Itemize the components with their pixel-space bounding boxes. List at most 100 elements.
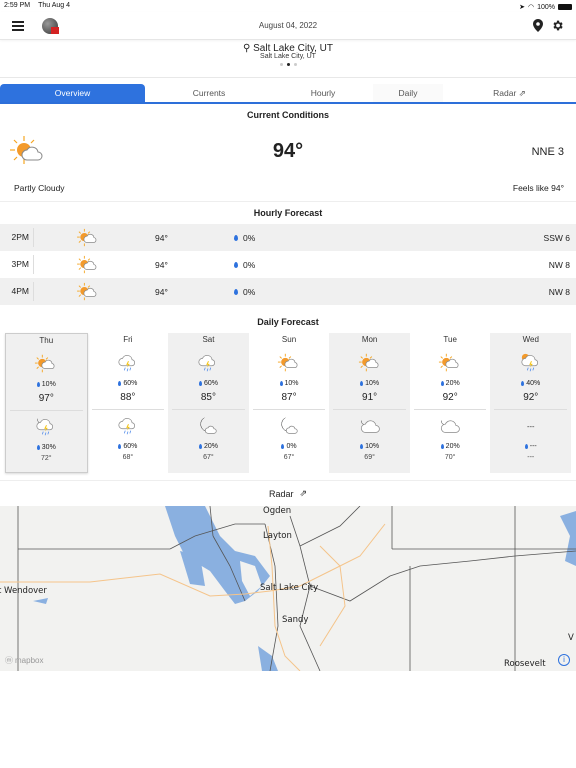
divider: [172, 409, 245, 410]
daily-column-tue[interactable]: Tue 20% 92° 20% 70°: [410, 333, 491, 473]
raindrop-icon: [36, 381, 40, 387]
hour-wind: NW 8: [548, 286, 570, 297]
daily-column-thu[interactable]: Thu 10% 97° 30% 72°: [5, 333, 88, 473]
raindrop-icon: [118, 443, 122, 449]
tab-radar-label: Radar: [493, 88, 517, 98]
mapbox-text: mapbox: [15, 656, 44, 665]
divider: [333, 409, 406, 410]
tab-hourly[interactable]: Hourly: [273, 84, 373, 102]
menu-icon[interactable]: [12, 20, 24, 31]
raindrop-icon: [521, 380, 525, 386]
daily-column-mon[interactable]: Mon 10% 91° 10% 69°: [329, 333, 410, 473]
day-low: 70°: [444, 454, 456, 461]
raindrop-icon: [198, 380, 202, 386]
page-indicator[interactable]: [0, 63, 576, 66]
daily-column-wed[interactable]: Wed 40% 92° --- --- ---: [490, 333, 572, 473]
daily-column-fri[interactable]: Fri 60% 88° 60% 68°: [88, 333, 169, 473]
hourly-row[interactable]: 2PM 94° 0% SSW 6: [0, 224, 576, 251]
daily-column-sun[interactable]: Sun 10% 87° 0% 67°: [249, 333, 330, 473]
daily-column-sat[interactable]: Sat 60% 85° 20% 67°: [168, 333, 249, 473]
day-low: 67°: [203, 454, 214, 461]
hour-wind: SSW 6: [543, 232, 570, 243]
day-precip: 10%: [41, 380, 56, 388]
tab-currents[interactable]: Currents: [145, 84, 273, 102]
thunderstorm-day-icon: [490, 349, 571, 377]
battery-icon: [558, 4, 572, 10]
raindrop-icon: [234, 261, 238, 268]
hourly-row[interactable]: 4PM 94° 0% NW 8: [0, 278, 576, 305]
day-low: 67°: [283, 454, 295, 461]
day-precip: 60%: [123, 379, 138, 387]
night-precip: 20%: [203, 442, 218, 450]
raindrop-icon: [524, 443, 528, 449]
day-name: Wed: [522, 335, 539, 344]
hour-time: 3PM: [0, 255, 34, 274]
no-data: ---: [527, 421, 535, 431]
hour-temp: 94°: [155, 232, 168, 243]
raindrop-icon: [198, 443, 202, 449]
location-pin-icon[interactable]: [533, 19, 543, 32]
share-icon: ⇗: [299, 488, 308, 498]
day-low: 72°: [40, 455, 52, 462]
partly-cloudy-day-icon: [329, 349, 410, 377]
map-label: Ogden: [263, 506, 292, 516]
partly-cloudy-day-icon: [76, 255, 100, 277]
map-label: Roosevelt: [504, 659, 546, 669]
day-name: Fri: [123, 335, 133, 344]
radar-title: Radar: [268, 488, 294, 499]
day-high: 91°: [362, 392, 378, 403]
current-temp: 94°: [272, 140, 304, 162]
day-low: 68°: [122, 454, 134, 461]
top-bar: August 04, 2022: [0, 12, 576, 40]
radar-map[interactable]: Ogden Layton Salt Lake City Sandy t Wend…: [0, 506, 576, 671]
thunderstorm-night-icon: [6, 413, 87, 441]
current-conditions-title: Current Conditions: [247, 110, 329, 120]
thunderstorm-icon: [88, 349, 169, 377]
day-name: Tue: [443, 335, 457, 344]
raindrop-icon: [281, 443, 285, 449]
divider: [10, 410, 83, 411]
divider: [413, 409, 487, 410]
map-label: t Wendover: [0, 586, 47, 596]
station-logo[interactable]: [42, 17, 59, 34]
day-name: Sat: [202, 335, 215, 344]
divider: [252, 409, 326, 410]
battery-percent: 100%: [537, 3, 555, 11]
hour-time: 2PM: [0, 228, 34, 247]
info-icon[interactable]: i: [558, 654, 570, 666]
current-condition: Partly Cloudy: [14, 183, 65, 193]
partly-cloudy-day-icon: [410, 349, 491, 377]
status-time: 2:59 PM: [4, 2, 31, 9]
night-precip: 30%: [41, 443, 56, 451]
tab-daily[interactable]: Daily: [373, 84, 443, 102]
current-conditions[interactable]: Current Conditions 94° NNE 3 Partly Clou…: [0, 104, 576, 202]
hour-temp: 94°: [155, 286, 168, 297]
mapbox-attribution[interactable]: ⓜ mapbox: [5, 655, 43, 666]
daily-forecast: Thu 10% 97° 30% 72° Fri 60% 88° 60% 68° …: [0, 333, 576, 473]
day-name: Thu: [39, 336, 54, 345]
raindrop-icon: [118, 380, 122, 386]
day-name: Sun: [281, 335, 297, 344]
night-precip: 0%: [286, 442, 297, 450]
hour-precip: 0%: [243, 259, 256, 270]
hourly-forecast-title: Hourly Forecast: [253, 208, 323, 218]
day-high: 92°: [523, 392, 539, 403]
map-label: V: [568, 633, 574, 643]
partly-cloudy-day-icon: [76, 282, 100, 304]
day-precip: 10%: [365, 379, 380, 387]
gear-icon[interactable]: [551, 19, 564, 32]
radar-header[interactable]: Radar ⇗: [0, 480, 576, 506]
raindrop-icon: [360, 380, 364, 386]
thunderstorm-icon: [88, 412, 169, 440]
location-subtitle: Salt Lake City, UT: [260, 53, 316, 60]
tab-overview[interactable]: Overview: [0, 84, 145, 102]
tab-radar[interactable]: Radar ⇗: [443, 84, 576, 102]
night-precip: ---: [529, 442, 537, 450]
day-precip: 40%: [526, 379, 541, 387]
day-precip: 10%: [284, 379, 299, 387]
hourly-row[interactable]: 3PM 94° 0% NW 8: [0, 251, 576, 278]
mapbox-logo-icon: ⓜ: [5, 656, 13, 665]
location-header[interactable]: ⚲ Salt Lake City, UT Salt Lake City, UT: [0, 40, 576, 78]
hour-time: 4PM: [0, 282, 34, 301]
hour-precip: 0%: [243, 232, 256, 243]
